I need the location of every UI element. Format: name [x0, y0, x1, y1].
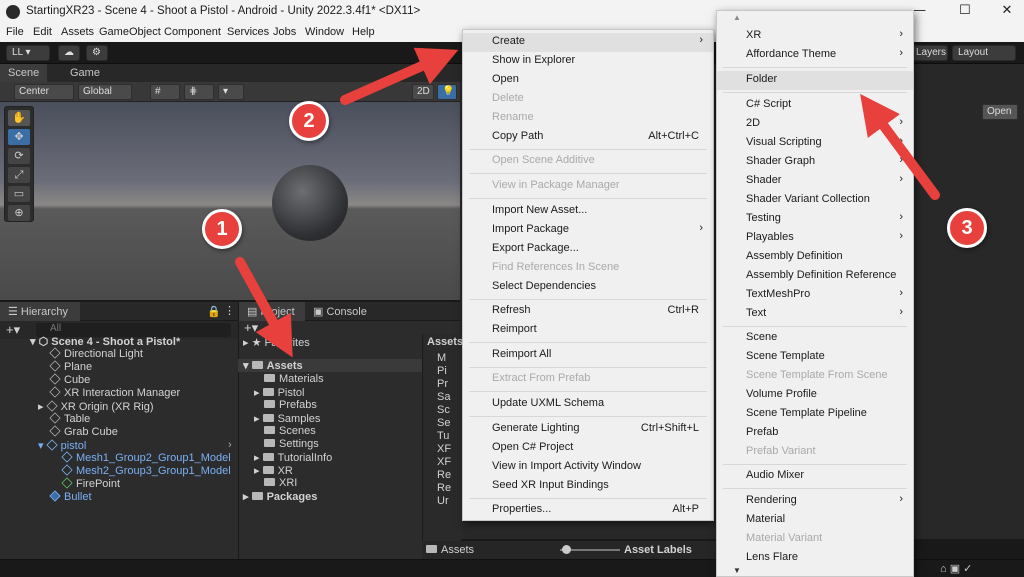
- arrow-3: [860, 93, 940, 200]
- arrow-2: [340, 47, 459, 105]
- step-badge-2: 2: [289, 101, 329, 141]
- step-badge-3: 3: [947, 208, 987, 248]
- arrow-1: [235, 257, 293, 358]
- step-badge-1: 1: [202, 209, 242, 249]
- annotation-arrows: [235, 47, 940, 358]
